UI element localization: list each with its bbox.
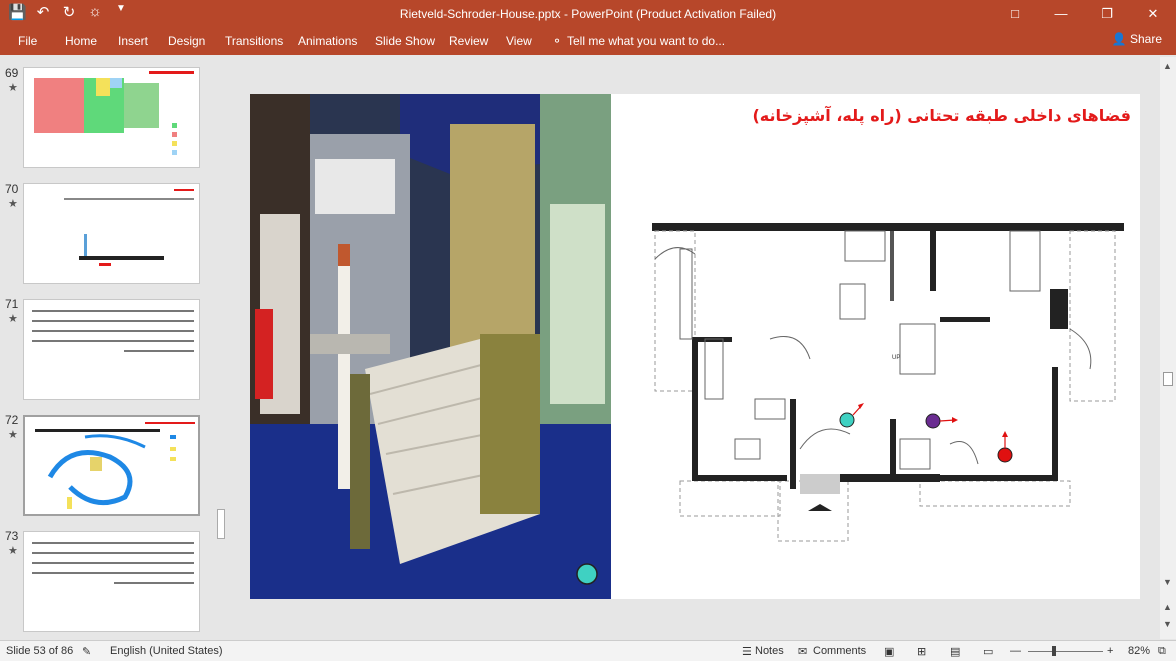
editor-scrollbar[interactable]: ▲ ▼ ▲ ▼ xyxy=(1160,57,1176,639)
slide-title: فضاهای داخلی طبقه تحتانی (راه پله، آشپزخ… xyxy=(752,106,1131,125)
marker-red xyxy=(997,447,1013,463)
reading-view-icon[interactable]: ▤ xyxy=(950,645,960,658)
slide-count: Slide 53 of 86 xyxy=(6,645,74,657)
thumb-slide-69[interactable] xyxy=(23,67,200,168)
thumbnail-scrollbar[interactable] xyxy=(214,57,228,639)
prev-slide-icon[interactable]: ▲ xyxy=(1163,602,1172,612)
thumb-number: 69 xyxy=(5,66,19,80)
person-icon: 👤 xyxy=(1111,32,1127,46)
interior-photo xyxy=(250,94,611,599)
thumb-star-icon: ★ xyxy=(8,429,18,441)
thumb-slide-72[interactable] xyxy=(23,415,200,516)
stair-up-label: UP xyxy=(892,355,900,361)
thumb-star-icon: ★ xyxy=(8,82,18,94)
thumb-number: 70 xyxy=(5,182,19,196)
lightbulb-icon: ⚬ xyxy=(552,34,563,48)
accessibility-icon[interactable]: ✎ xyxy=(82,645,91,658)
thumb-slide-73[interactable] xyxy=(23,531,200,632)
share-label: Share xyxy=(1129,32,1162,46)
zoom-slider-handle[interactable] xyxy=(1052,646,1056,656)
marker-purple xyxy=(925,413,941,429)
scroll-down-icon[interactable]: ▼ xyxy=(1163,577,1172,587)
comments-icon: ✉ xyxy=(798,646,808,658)
zoom-level[interactable]: 82% xyxy=(1128,645,1150,657)
ribbon-display-icon[interactable]: □ xyxy=(992,0,1038,28)
thumb-number: 71 xyxy=(5,297,19,311)
notes-icon: ☰ xyxy=(742,646,752,658)
thumb-73-graphic xyxy=(32,542,194,584)
thumbnail-scroll-thumb[interactable] xyxy=(217,509,225,539)
zoom-out-icon[interactable]: — xyxy=(1010,645,1021,657)
editor-scroll-thumb[interactable] xyxy=(1163,372,1173,386)
tab-insert[interactable]: Insert xyxy=(118,34,148,48)
thumb-70-graphic xyxy=(64,189,194,266)
tab-view[interactable]: View xyxy=(506,34,532,48)
thumb-72-graphic xyxy=(35,422,195,509)
tab-transitions[interactable]: Transitions xyxy=(225,34,283,48)
normal-view-icon[interactable]: ▣ xyxy=(884,645,894,658)
comments-button[interactable]: Comments xyxy=(813,645,866,657)
slide-sorter-icon[interactable]: ⊞ xyxy=(917,645,926,658)
zoom-slider[interactable] xyxy=(1028,651,1103,652)
thumb-number: 72 xyxy=(5,413,19,427)
thumb-number: 73 xyxy=(5,529,19,543)
thumb-star-icon: ★ xyxy=(8,313,18,325)
tab-design[interactable]: Design xyxy=(168,34,205,48)
tell-me-input[interactable]: Tell me what you want to do... xyxy=(567,34,725,48)
maximize-button[interactable]: ❐ xyxy=(1084,0,1130,28)
thumb-star-icon: ★ xyxy=(8,545,18,557)
floor-plan: UP xyxy=(652,223,1124,542)
ribbon-tabs: File Home Insert Design Transitions Anim… xyxy=(0,28,1176,55)
thumb-71-graphic xyxy=(32,310,194,352)
next-slide-icon[interactable]: ▼ xyxy=(1163,619,1172,629)
status-bar: Slide 53 of 86 ✎ English (United States)… xyxy=(0,640,1176,661)
tab-file[interactable]: File xyxy=(18,34,37,48)
tab-slide-show[interactable]: Slide Show xyxy=(375,34,435,48)
notes-button[interactable]: Notes xyxy=(755,645,784,657)
fit-slide-icon[interactable]: ⧉ xyxy=(1158,645,1166,658)
tab-home[interactable]: Home xyxy=(65,34,97,48)
current-slide[interactable]: فضاهای داخلی طبقه تحتانی (راه پله، آشپزخ… xyxy=(250,94,1140,599)
title-bar: 💾 ↶ ↻ ☼ ▼ Rietveld-Schroder-House.pptx -… xyxy=(0,0,1176,28)
thumb-slide-71[interactable] xyxy=(23,299,200,400)
slideshow-view-icon[interactable]: ▭ xyxy=(983,645,993,658)
tab-animations[interactable]: Animations xyxy=(298,34,357,48)
slide-editor: فضاهای داخلی طبقه تحتانی (راه پله، آشپزخ… xyxy=(232,57,1160,639)
scroll-up-icon[interactable]: ▲ xyxy=(1163,61,1172,71)
close-button[interactable]: ✕ xyxy=(1130,0,1176,28)
tab-review[interactable]: Review xyxy=(449,34,488,48)
minimize-button[interactable]: — xyxy=(1038,0,1084,28)
zoom-in-icon[interactable]: + xyxy=(1107,645,1113,657)
thumb-star-icon: ★ xyxy=(8,198,18,210)
thumb-slide-70[interactable] xyxy=(23,183,200,284)
slide-thumbnails-pane: 69 ★ 70 ★ 71 ★ 72 ★ 73 ★ xyxy=(0,57,230,639)
language-label[interactable]: English (United States) xyxy=(110,645,223,657)
thumb-69-graphic xyxy=(34,71,194,155)
share-button[interactable]: 👤 Share xyxy=(1112,32,1162,46)
marker-cyan xyxy=(839,412,855,428)
